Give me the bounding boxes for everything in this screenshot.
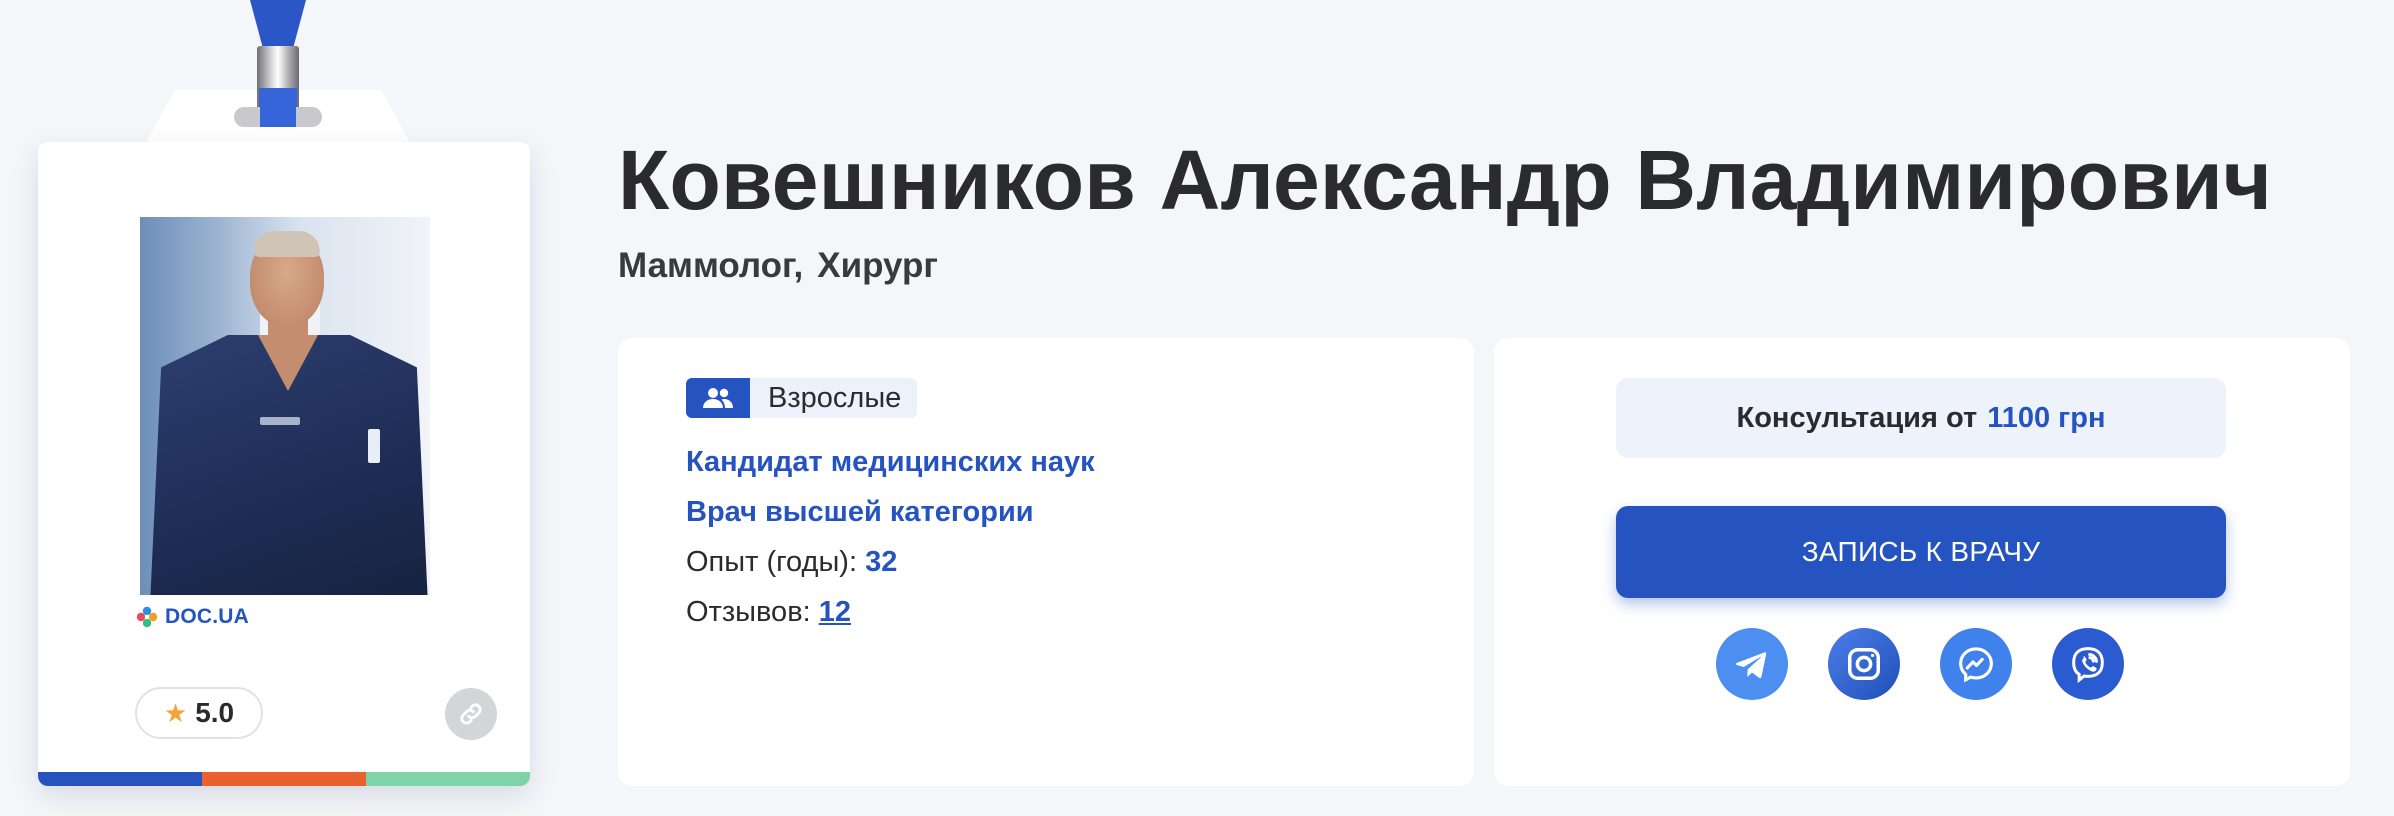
price-value: 1100 грн (1987, 401, 2106, 434)
age-group-tag: Взрослые (686, 378, 918, 418)
doctor-specialties: Маммолог, Хирург (618, 246, 938, 286)
doctor-badge-card: DOC.UA ★ 5.0 (38, 142, 530, 786)
badge-color-stripes (38, 772, 530, 786)
specialty-surgeon[interactable]: Хирург (817, 246, 938, 286)
lanyard-strap (250, 0, 306, 46)
stripe-orange (202, 772, 366, 786)
booking-panel: Консультация от 1100 грн ЗАПИСЬ К ВРАЧУ (1494, 338, 2350, 786)
consultation-price: Консультация от 1100 грн (1616, 378, 2226, 458)
experience-line: Опыт (годы): 32 (686, 546, 897, 579)
star-icon: ★ (163, 698, 188, 728)
link-icon (460, 703, 482, 725)
experience-label: Опыт (годы): (686, 546, 858, 578)
academic-degree: Кандидат медицинских наук (686, 446, 1095, 478)
age-group-label: Взрослые (768, 381, 902, 414)
users-icon (686, 378, 750, 418)
specialty-mammologist[interactable]: Маммолог, (618, 246, 803, 286)
badge-slot (234, 107, 322, 127)
reviews-count-link[interactable]: 12 (819, 596, 851, 628)
reviews-label: Отзывов: (686, 596, 811, 628)
docua-flower-icon (136, 606, 158, 628)
instagram-icon[interactable] (1828, 628, 1900, 700)
viber-icon[interactable] (2052, 628, 2124, 700)
doctor-info-panel: Взрослые Кандидат медицинских наук Врач … (618, 338, 1474, 786)
docua-logo: DOC.UA (135, 605, 249, 629)
doctor-photo[interactable] (140, 217, 430, 595)
rating-badge[interactable]: ★ 5.0 (135, 687, 263, 739)
book-appointment-button[interactable]: ЗАПИСЬ К ВРАЧУ (1616, 506, 2226, 598)
reviews-line: Отзывов: 12 (686, 596, 851, 629)
copy-link-button[interactable] (445, 688, 497, 740)
experience-value: 32 (865, 546, 898, 578)
stripe-blue (38, 772, 202, 786)
doctor-name: Ковешников Александр Владимирович (618, 133, 2272, 227)
price-label: Консультация от (1736, 401, 1978, 434)
doctor-category: Врач высшей категории (686, 496, 1034, 528)
docua-label: DOC.UA (165, 605, 250, 628)
messenger-icon[interactable] (1940, 628, 2012, 700)
social-links (1716, 628, 2124, 700)
telegram-icon[interactable] (1716, 628, 1788, 700)
rating-value: 5.0 (195, 697, 235, 728)
stripe-green (366, 772, 530, 786)
